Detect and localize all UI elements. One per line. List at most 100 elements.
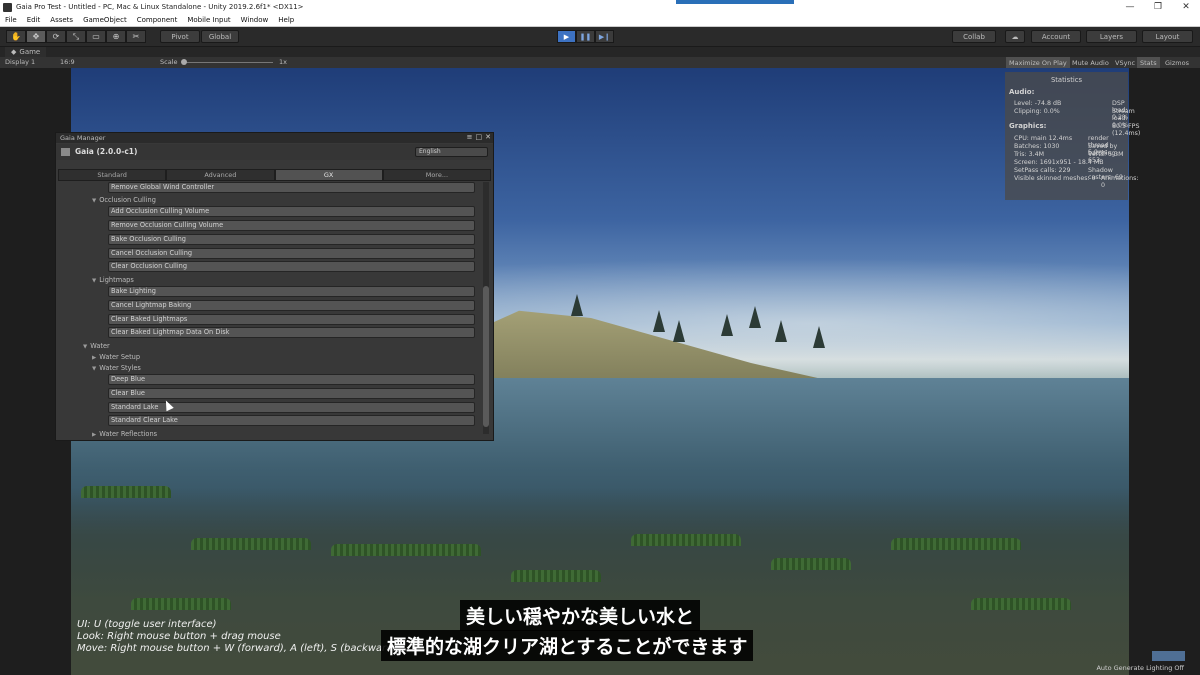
- cpu-main: CPU: main 12.4ms: [1014, 135, 1073, 142]
- grass-patch: [891, 538, 1021, 550]
- close-icon[interactable]: ✕: [485, 133, 491, 141]
- clear-occlusion-button[interactable]: Clear Occlusion Culling: [108, 261, 475, 272]
- rotate-tool-icon[interactable]: ⟳: [46, 30, 66, 43]
- animations: Animations: 0: [1101, 175, 1139, 189]
- play-icon[interactable]: ▶: [557, 30, 576, 43]
- setpass-calls: SetPass calls: 229: [1014, 167, 1071, 174]
- gizmos-dropdown[interactable]: Gizmos: [1162, 57, 1192, 68]
- menu-assets[interactable]: Assets: [45, 16, 78, 24]
- tree: [653, 310, 665, 332]
- clear-lightmaps-button[interactable]: Clear Baked Lightmaps: [108, 314, 475, 325]
- tab-more[interactable]: More...: [382, 169, 491, 181]
- game-tab-strip: ◆ Game: [0, 47, 1200, 57]
- bake-occlusion-button[interactable]: Bake Occlusion Culling: [108, 234, 475, 245]
- custom-tool-icon[interactable]: ✂: [126, 30, 146, 43]
- maximize-on-play-toggle[interactable]: Maximize On Play: [1006, 57, 1070, 68]
- minimize-icon[interactable]: —: [1116, 0, 1144, 14]
- water-reflections-label: Water Reflections: [99, 430, 158, 438]
- gaia-header: Gaia (2.0.0-c1) English: [56, 144, 493, 160]
- account-dropdown[interactable]: Account: [1031, 30, 1081, 43]
- remove-occlusion-volume-button[interactable]: Remove Occlusion Culling Volume: [108, 220, 475, 231]
- mute-audio-toggle[interactable]: Mute Audio: [1069, 57, 1112, 68]
- step-icon[interactable]: ▶❙: [595, 30, 614, 43]
- audio-header: Audio:: [1009, 88, 1035, 96]
- standard-clear-lake-button[interactable]: Standard Clear Lake: [108, 415, 475, 426]
- screen-info: Screen: 1691x951 - 18.4 MB: [1014, 159, 1104, 166]
- stats-toggle[interactable]: Stats: [1137, 57, 1160, 68]
- menu-gameobject[interactable]: GameObject: [78, 16, 132, 24]
- clear-lightmap-disk-button[interactable]: Clear Baked Lightmap Data On Disk: [108, 327, 475, 338]
- menu-window[interactable]: Window: [236, 16, 274, 24]
- global-button[interactable]: Global: [201, 30, 239, 43]
- expanded-arrow-icon: ▼: [92, 198, 97, 204]
- remove-wind-controller-button[interactable]: Remove Global Wind Controller: [108, 182, 475, 193]
- tree: [673, 320, 685, 342]
- layout-dropdown[interactable]: Layout: [1142, 30, 1193, 43]
- subtitle-line-1: 美しい穏やかな美しい水と: [460, 600, 701, 631]
- pause-icon[interactable]: ❚❚: [576, 30, 595, 43]
- gaia-version-title: Gaia (2.0.0-c1): [75, 147, 138, 156]
- clipping: Clipping: 0.0%: [1014, 108, 1060, 115]
- tab-gx[interactable]: GX: [274, 169, 383, 181]
- water-foldout[interactable]: ▼ Water: [83, 342, 110, 350]
- cancel-occlusion-button[interactable]: Cancel Occlusion Culling: [108, 248, 475, 259]
- gaia-scrollbar-thumb[interactable]: [483, 286, 489, 427]
- clear-blue-button[interactable]: Clear Blue: [108, 388, 475, 399]
- deep-blue-button[interactable]: Deep Blue: [108, 374, 475, 385]
- expanded-arrow-icon: ▼: [83, 344, 88, 350]
- pivot-button[interactable]: Pivot: [160, 30, 200, 43]
- occlusion-culling-label: Occlusion Culling: [99, 196, 156, 204]
- game-view-icon: ◆: [11, 48, 17, 56]
- transform-tool-icon[interactable]: ⊕: [106, 30, 126, 43]
- grass-patch: [131, 598, 231, 610]
- menu-mobile-input[interactable]: Mobile Input: [182, 16, 235, 24]
- water-styles-foldout[interactable]: ▼ Water Styles: [92, 364, 141, 372]
- tab-standard[interactable]: Standard: [58, 169, 167, 181]
- gaia-title-bar[interactable]: Gaia Manager ≡ □ ✕: [56, 133, 493, 143]
- auto-lighting-status: Auto Generate Lighting Off: [1096, 664, 1184, 672]
- gaia-window-title: Gaia Manager: [60, 134, 106, 142]
- tab-advanced[interactable]: Advanced: [166, 169, 275, 181]
- menu-help[interactable]: Help: [273, 16, 299, 24]
- menu-icon[interactable]: ≡: [467, 133, 473, 141]
- play-controls: ▶ ❚❚ ▶❙: [557, 30, 614, 43]
- transform-tools: ✋ ✥ ⟳ ⤡ ▭ ⊕ ✂: [6, 30, 146, 43]
- scale-tool-icon[interactable]: ⤡: [66, 30, 86, 43]
- gaia-manager-window: Gaia Manager ≡ □ ✕ Gaia (2.0.0-c1) Engli…: [55, 132, 494, 441]
- maximize-icon[interactable]: □: [476, 133, 483, 141]
- water-setup-foldout[interactable]: ▶ Water Setup: [92, 353, 140, 361]
- menu-edit[interactable]: Edit: [22, 16, 46, 24]
- unity-logo-icon: [3, 2, 12, 12]
- aspect-dropdown[interactable]: 16:9: [60, 58, 75, 66]
- maximize-icon[interactable]: ❐: [1144, 0, 1172, 14]
- subtitle-line-2: 標準的な湖クリア湖とすることができます: [381, 630, 754, 661]
- water-label: Water: [90, 342, 110, 350]
- cloud-icon[interactable]: ☁: [1005, 30, 1025, 43]
- move-tool-icon[interactable]: ✥: [26, 30, 46, 43]
- language-dropdown[interactable]: English: [415, 147, 488, 157]
- cancel-lightmap-button[interactable]: Cancel Lightmap Baking: [108, 300, 475, 311]
- gaia-scrollbar[interactable]: [483, 182, 489, 434]
- collapsed-arrow-icon: ▶: [92, 355, 97, 361]
- scale-slider-track[interactable]: [183, 62, 273, 63]
- game-tab[interactable]: ◆ Game: [5, 47, 47, 57]
- menu-file[interactable]: File: [0, 16, 22, 24]
- collab-button[interactable]: Collab: [952, 30, 996, 43]
- water-reflections-foldout[interactable]: ▶ Water Reflections: [92, 430, 157, 438]
- menu-component[interactable]: Component: [132, 16, 183, 24]
- title-accent-bar: [676, 0, 794, 4]
- bake-lighting-button[interactable]: Bake Lighting: [108, 286, 475, 297]
- occlusion-culling-foldout[interactable]: ▼ Occlusion Culling: [92, 196, 156, 204]
- gaia-tabs: Standard Advanced GX More...: [58, 169, 491, 181]
- vsync-toggle[interactable]: VSync: [1112, 57, 1138, 68]
- lightmaps-foldout[interactable]: ▼ Lightmaps: [92, 276, 134, 284]
- grass-patch: [191, 538, 311, 550]
- rect-tool-icon[interactable]: ▭: [86, 30, 106, 43]
- add-occlusion-volume-button[interactable]: Add Occlusion Culling Volume: [108, 206, 475, 217]
- hand-tool-icon[interactable]: ✋: [6, 30, 26, 43]
- expanded-arrow-icon: ▼: [92, 366, 97, 372]
- layers-dropdown[interactable]: Layers: [1086, 30, 1137, 43]
- display-dropdown[interactable]: Display 1: [5, 58, 35, 66]
- close-icon[interactable]: ✕: [1172, 0, 1200, 14]
- scale-slider-handle[interactable]: [181, 59, 187, 65]
